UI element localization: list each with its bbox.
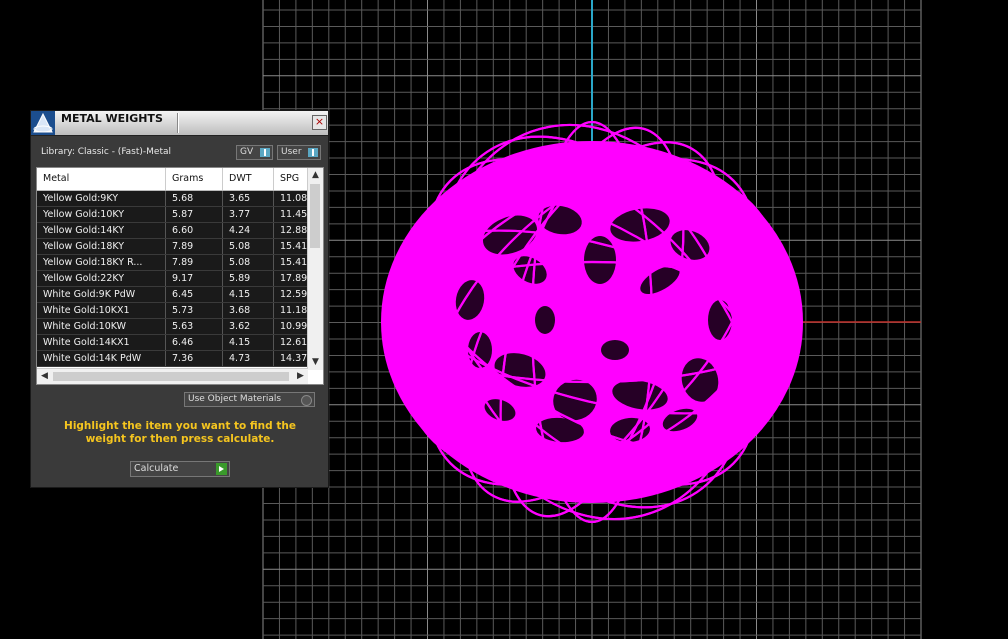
grams-cell: 9.17 [166, 271, 223, 286]
use-object-materials-toggle[interactable]: Use Object Materials [184, 392, 315, 407]
user-toggle[interactable]: User [277, 145, 321, 160]
calculate-button[interactable]: Calculate [130, 461, 230, 477]
dwt-cell: 4.15 [223, 335, 274, 350]
panel-titlebar[interactable]: METAL WEIGHTS × [31, 111, 328, 136]
table-header: Metal Grams DWT SPG [37, 168, 308, 191]
table-row[interactable]: White Gold:10KX1 5.73 3.68 11.18 [37, 303, 314, 319]
user-toggle-label: User [281, 147, 302, 157]
table-row[interactable]: Yellow Gold:9KY 5.68 3.65 11.08 [37, 191, 314, 207]
metal-cell: White Gold:14KX1 [37, 335, 166, 350]
table-body: Yellow Gold:9KY 5.68 3.65 11.08 Yellow Gold:… [37, 191, 314, 367]
metal-cell: Yellow Gold:18KY [37, 239, 166, 254]
table-row[interactable]: Yellow Gold:22KY 9.17 5.89 17.89 [37, 271, 314, 287]
pyramid-logo-icon [31, 111, 55, 135]
metal-cell: Yellow Gold:14KY [37, 223, 166, 238]
column-header-grams[interactable]: Grams [166, 168, 223, 190]
metal-weights-panel: METAL WEIGHTS × Library: Classic - (Fast… [30, 110, 329, 488]
table-row[interactable]: Yellow Gold:10KY 5.87 3.77 11.45 [37, 207, 314, 223]
dwt-cell: 4.73 [223, 351, 274, 366]
panel-title: METAL WEIGHTS [61, 112, 163, 125]
grams-cell: 6.46 [166, 335, 223, 350]
metal-cell: Yellow Gold:9KY [37, 191, 166, 206]
metal-table[interactable]: Metal Grams DWT SPG Yellow Gold:9KY 5.68 3… [36, 167, 324, 385]
grams-cell: 6.60 [166, 223, 223, 238]
dwt-cell: 5.89 [223, 271, 274, 286]
grams-cell: 6.45 [166, 287, 223, 302]
chevron-down-icon[interactable]: ▼ [308, 355, 323, 370]
object-opening [535, 306, 555, 334]
table-row[interactable]: White Gold:14K PdW 7.36 4.73 14.37 [37, 351, 314, 367]
dwt-cell: 5.08 [223, 239, 274, 254]
use-object-materials-label: Use Object Materials [188, 394, 282, 404]
table-row[interactable]: White Gold:14KX1 6.46 4.15 12.61 [37, 335, 314, 351]
gv-toggle[interactable]: GV [236, 145, 273, 160]
dwt-cell: 3.65 [223, 191, 274, 206]
metal-cell: Yellow Gold:22KY [37, 271, 166, 286]
dwt-cell: 3.77 [223, 207, 274, 222]
calculate-label: Calculate [134, 463, 179, 474]
column-header-dwt[interactable]: DWT [223, 168, 274, 190]
column-header-metal[interactable]: Metal [37, 168, 166, 190]
close-icon[interactable]: × [312, 115, 327, 130]
grams-cell: 5.73 [166, 303, 223, 318]
dwt-cell: 4.15 [223, 287, 274, 302]
chevron-left-icon[interactable]: ◀ [37, 369, 52, 384]
grams-cell: 7.89 [166, 239, 223, 254]
horizontal-scrollbar[interactable]: ◀ ▶ [37, 368, 308, 384]
metal-cell: White Gold:14K PdW [37, 351, 166, 366]
grams-cell: 7.36 [166, 351, 223, 366]
metal-cell: Yellow Gold:18KY R... [37, 255, 166, 270]
gv-toggle-label: GV [240, 147, 254, 157]
table-row[interactable]: Yellow Gold:18KY R... 7.89 5.08 15.41 [37, 255, 314, 271]
grams-cell: 5.68 [166, 191, 223, 206]
grams-cell: 5.87 [166, 207, 223, 222]
dwt-cell: 3.62 [223, 319, 274, 334]
dwt-cell: 3.68 [223, 303, 274, 318]
toggle-indicator-icon [308, 148, 318, 157]
dwt-cell: 4.24 [223, 223, 274, 238]
play-icon [216, 463, 227, 475]
table-row[interactable]: Yellow Gold:14KY 6.60 4.24 12.88 [37, 223, 314, 239]
vertical-scrollbar[interactable]: ▲ ▼ [307, 168, 323, 370]
grams-cell: 7.89 [166, 255, 223, 270]
metal-cell: Yellow Gold:10KY [37, 207, 166, 222]
library-label: Library: Classic - (Fast)-Metal [41, 147, 172, 157]
table-row[interactable]: White Gold:10KW 5.63 3.62 10.99 [37, 319, 314, 335]
title-divider [177, 113, 179, 133]
vertical-scroll-thumb[interactable] [310, 184, 320, 248]
table-row[interactable]: White Gold:9K PdW 6.45 4.15 12.59 [37, 287, 314, 303]
dwt-cell: 5.08 [223, 255, 274, 270]
horizontal-scroll-thumb[interactable] [53, 372, 289, 381]
object-opening [601, 340, 629, 360]
table-row[interactable]: Yellow Gold:18KY 7.89 5.08 15.41 [37, 239, 314, 255]
instructions-text: Highlight the item you want to find the … [64, 420, 296, 445]
toggle-indicator-icon [260, 148, 270, 157]
metal-cell: White Gold:9K PdW [37, 287, 166, 302]
grams-cell: 5.63 [166, 319, 223, 334]
radio-icon [301, 395, 312, 406]
metal-cell: White Gold:10KW [37, 319, 166, 334]
chevron-right-icon[interactable]: ▶ [293, 369, 308, 384]
chevron-up-icon[interactable]: ▲ [308, 168, 323, 183]
metal-cell: White Gold:10KX1 [37, 303, 166, 318]
